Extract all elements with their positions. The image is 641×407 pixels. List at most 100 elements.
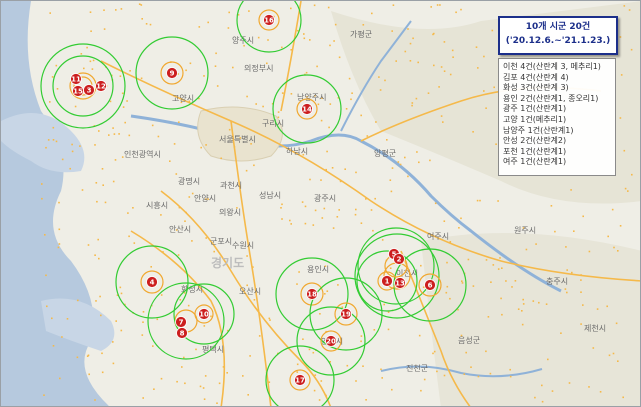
farm-dot — [43, 394, 45, 396]
outbreak-marker[interactable]: 19 — [340, 308, 352, 320]
outbreak-marker[interactable]: 16 — [263, 14, 275, 26]
farm-dot — [551, 390, 554, 392]
outbreak-marker[interactable]: 11 — [70, 73, 82, 85]
farm-dot — [487, 316, 490, 318]
farm-dot — [119, 286, 122, 289]
farm-dot — [243, 44, 245, 47]
farm-dot — [71, 150, 74, 153]
farm-dot — [491, 29, 494, 32]
farm-dot — [391, 388, 393, 391]
farm-dot — [119, 75, 122, 77]
outbreak-marker[interactable]: 3 — [83, 84, 95, 96]
farm-dot — [409, 60, 412, 62]
outbreak-marker[interactable]: 17 — [294, 374, 306, 386]
farm-dot — [489, 372, 492, 375]
farm-dot — [433, 350, 436, 353]
outbreak-marker[interactable]: 20 — [325, 335, 337, 347]
outbreak-marker[interactable]: 9 — [166, 67, 178, 79]
outbreak-marker[interactable]: 2 — [393, 253, 405, 265]
farm-dot — [328, 126, 330, 129]
farm-dot — [350, 98, 352, 101]
farm-dot — [91, 68, 94, 70]
farm-dot — [216, 85, 219, 87]
title-line-2: ('20.12.6.~'21.1.23.) — [505, 36, 611, 46]
farm-dot — [176, 380, 178, 383]
outbreak-marker-label: 16 — [264, 17, 274, 25]
legend-item: 용인 2건(산란계1, 종오리1) — [503, 93, 599, 103]
label-eumseong: 음성군 — [458, 336, 480, 345]
farm-dot — [535, 243, 537, 245]
outbreak-marker[interactable]: 1 — [381, 275, 393, 287]
outbreak-marker[interactable]: 18 — [306, 288, 318, 300]
farm-dot — [296, 283, 298, 285]
farm-dot — [59, 377, 61, 380]
farm-dot — [267, 39, 269, 41]
farm-dot — [631, 173, 633, 176]
farm-dot — [627, 190, 629, 192]
farm-dot — [483, 55, 485, 58]
farm-dot — [521, 323, 524, 326]
farm-dot — [327, 6, 330, 9]
farm-dot — [596, 308, 599, 310]
farm-dot — [472, 285, 475, 287]
farm-dot — [360, 222, 363, 224]
farm-dot — [541, 384, 543, 387]
farm-dot — [255, 103, 257, 105]
farm-dot — [460, 217, 462, 220]
farm-dot — [465, 351, 467, 354]
farm-dot — [613, 246, 615, 249]
farm-dot — [141, 18, 143, 20]
farm-dot — [624, 187, 627, 190]
farm-dot — [121, 92, 124, 95]
farm-dot — [98, 257, 100, 260]
farm-dot — [104, 201, 107, 204]
farm-dot — [52, 345, 55, 347]
farm-dot — [582, 215, 584, 218]
farm-dot — [360, 114, 362, 117]
farm-dot — [90, 30, 92, 32]
farm-dot — [127, 212, 129, 214]
farm-dot — [277, 111, 280, 113]
farm-dot — [404, 156, 406, 159]
outbreak-marker[interactable]: 12 — [95, 80, 107, 92]
farm-dot — [83, 67, 85, 70]
farm-dot — [141, 334, 144, 336]
farm-dot — [467, 258, 470, 261]
outbreak-marker[interactable]: 8 — [176, 327, 188, 339]
label-ansan: 안산시 — [169, 224, 191, 234]
outbreak-marker[interactable]: 13 — [394, 277, 406, 289]
outbreak-marker[interactable]: 15 — [72, 85, 84, 97]
farm-dot — [248, 10, 250, 12]
outbreak-marker[interactable]: 4 — [146, 276, 158, 288]
farm-dot — [150, 266, 152, 268]
farm-dot — [500, 297, 502, 300]
farm-dot — [443, 70, 446, 72]
outbreak-marker[interactable]: 10 — [198, 308, 210, 320]
farm-dot — [354, 213, 357, 216]
farm-dot — [318, 399, 321, 401]
outbreak-marker[interactable]: 14 — [301, 103, 313, 115]
label-yangpyeong: 양평군 — [374, 148, 396, 158]
outbreak-marker[interactable]: 6 — [424, 279, 436, 291]
farm-dot — [620, 74, 623, 76]
farm-dot — [178, 206, 181, 209]
farm-dot — [564, 288, 567, 290]
outbreak-marker-label: 18 — [307, 291, 317, 299]
farm-dot — [501, 267, 503, 269]
farm-dot — [290, 7, 292, 10]
outbreak-marker[interactable]: 7 — [175, 316, 187, 328]
farm-dot — [329, 103, 332, 105]
title-line-1: 10개 시군 20건 — [525, 22, 591, 32]
farm-dot — [345, 108, 348, 110]
farm-dot — [97, 238, 99, 241]
farm-dot — [128, 134, 131, 137]
farm-dot — [495, 143, 497, 145]
farm-dot — [433, 64, 435, 67]
farm-dot — [443, 220, 446, 222]
farm-dot — [112, 362, 115, 365]
farm-dot — [290, 223, 292, 225]
label-chungju: 충주시 — [546, 277, 568, 286]
legend-item: 이천 4건(산란계 3, 메추리1) — [503, 62, 601, 71]
farm-dot — [485, 107, 487, 109]
outbreak-marker-label: 7 — [179, 319, 184, 327]
